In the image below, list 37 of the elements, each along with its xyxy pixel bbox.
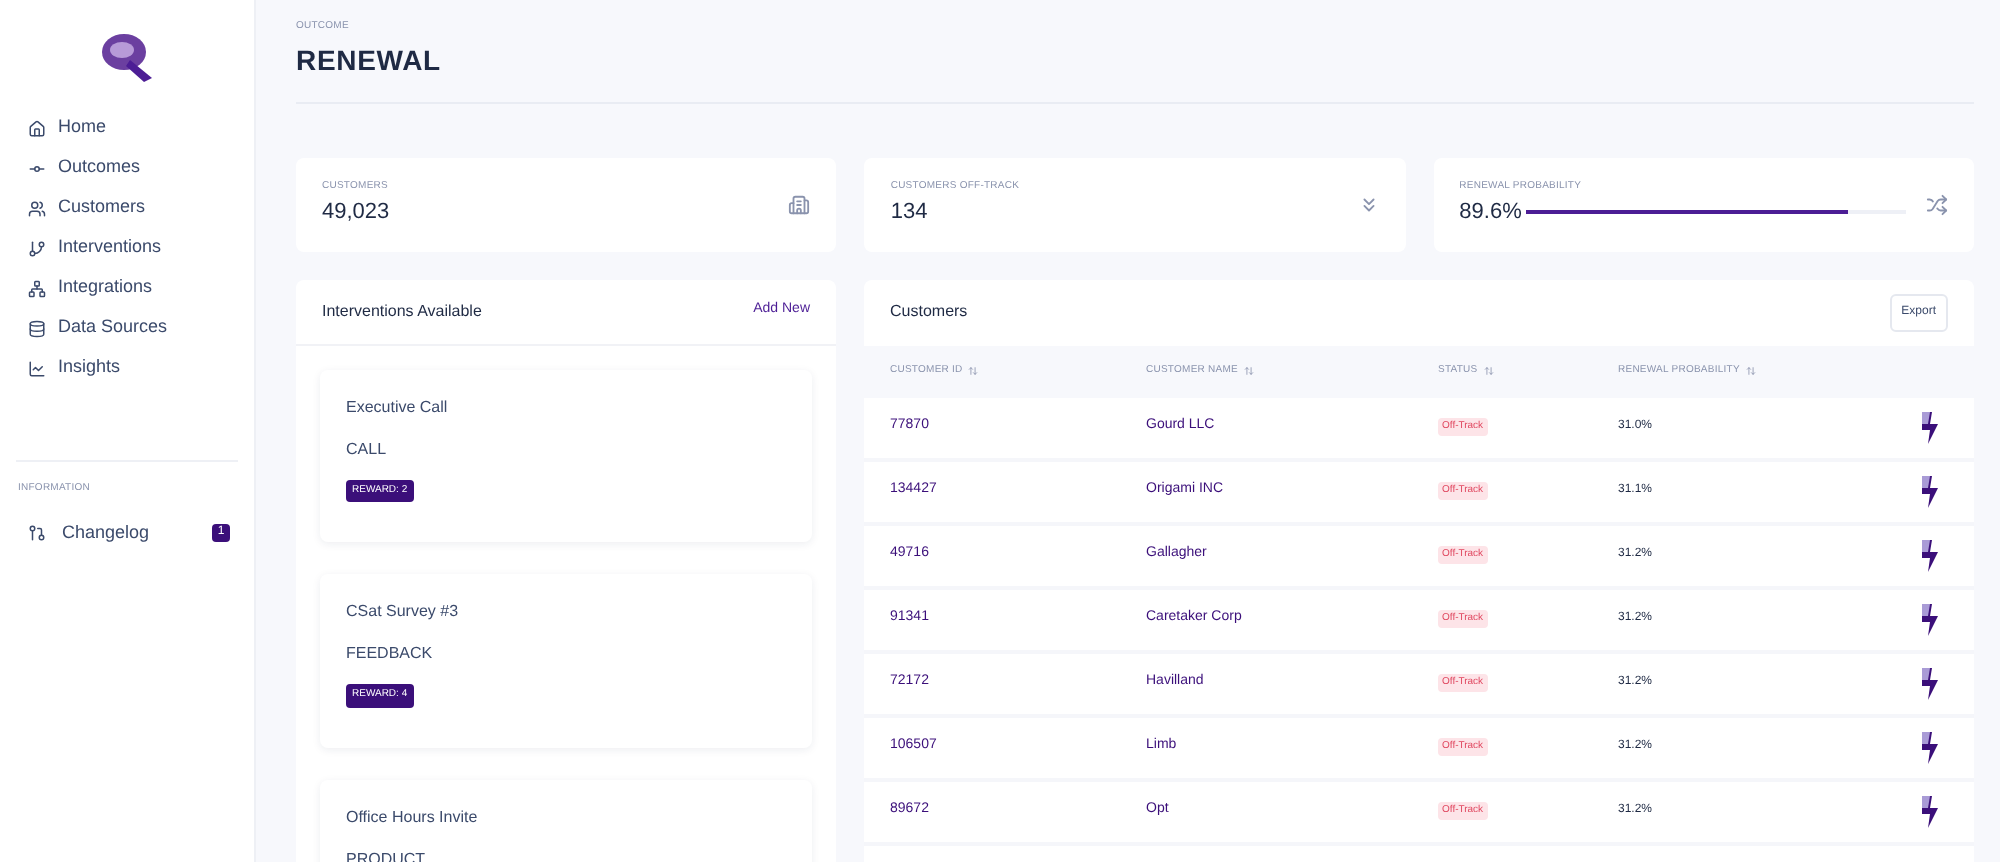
nav-item[interactable]: Integrations <box>0 268 254 308</box>
intervention-name: Executive Call <box>346 395 450 419</box>
bolt-icon[interactable] <box>1920 539 1940 571</box>
panel-title: Interventions Available <box>322 299 482 323</box>
chevrons-down-icon <box>1357 193 1380 215</box>
nav-item[interactable]: Changelog <box>28 519 212 547</box>
intervention-type: FEEDBACK <box>346 642 435 666</box>
chart-icon <box>28 359 46 377</box>
nav-item[interactable]: Data Sources <box>0 308 254 348</box>
bolt-icon[interactable] <box>1920 731 1940 763</box>
shuffle-icon <box>1926 193 1948 215</box>
logo-icon <box>97 28 157 84</box>
bolt-icon[interactable] <box>1920 603 1940 635</box>
stat-value: 49,023 <box>322 197 392 227</box>
network-icon <box>28 279 46 297</box>
nav-item[interactable]: Home <box>0 108 254 148</box>
nav-item[interactable]: Outcomes <box>0 148 254 188</box>
nav-item[interactable]: Interventions <box>0 228 254 268</box>
bolt-icon[interactable] <box>1920 475 1940 507</box>
nav-item[interactable]: Customers <box>0 188 254 228</box>
intervention-name: Office Hours Invite <box>346 805 480 829</box>
users-icon <box>28 199 46 217</box>
database-icon <box>28 319 46 337</box>
stat-value: 89.6% <box>1459 197 1522 227</box>
bolt-icon[interactable] <box>1920 667 1940 699</box>
bolt-icon[interactable] <box>1920 795 1940 827</box>
building-icon <box>788 193 811 215</box>
branch-icon <box>28 524 46 542</box>
bolt-icon[interactable] <box>1920 411 1940 443</box>
stat-value: 134 <box>890 197 930 227</box>
panel-title: Customers <box>890 300 968 324</box>
nav-item[interactable]: Insights <box>0 348 254 388</box>
branch-icon <box>28 239 46 257</box>
home-icon <box>28 119 46 137</box>
intervention-name: CSat Survey #3 <box>346 600 461 624</box>
intervention-type: CALL <box>346 437 389 461</box>
page-title: RENEWAL <box>296 41 443 79</box>
